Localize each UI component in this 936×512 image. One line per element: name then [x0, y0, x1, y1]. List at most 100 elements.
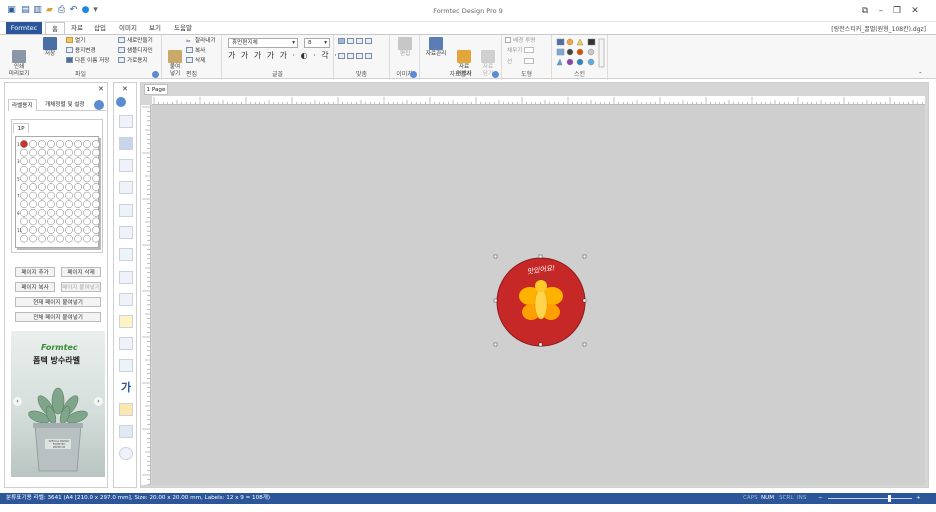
label-cell[interactable] — [29, 208, 37, 217]
font-name-select[interactable]: 휴먼편지체 ▾ — [228, 38, 298, 48]
label-cell[interactable] — [56, 183, 64, 191]
label-cell[interactable] — [83, 165, 91, 174]
label-cell[interactable] — [92, 174, 100, 183]
valign-top-icon[interactable] — [338, 53, 345, 59]
align-center-icon[interactable] — [347, 38, 354, 44]
label-cell[interactable] — [56, 208, 64, 217]
text-tool-icon[interactable] — [119, 159, 133, 172]
toolbox-settings-icon[interactable] — [116, 97, 126, 107]
page-tab-1[interactable]: 1 Page — [144, 84, 168, 95]
label-cell[interactable] — [47, 165, 55, 174]
new-button[interactable]: 새로만들기 — [118, 37, 153, 45]
label-cell[interactable] — [92, 148, 100, 157]
zoom-in-icon[interactable]: + — [916, 493, 921, 504]
data-group-launcher-icon[interactable] — [492, 71, 499, 78]
label-cell[interactable] — [38, 234, 46, 243]
label-cell[interactable] — [20, 191, 28, 200]
minimize-icon[interactable]: – — [874, 5, 888, 17]
advertisement-banner[interactable]: Formtec 폼텍 방수라벨 SPECIAL BRAND FORMTEC PR… — [11, 331, 105, 477]
label-cell[interactable] — [38, 200, 46, 209]
label-cell[interactable] — [65, 208, 73, 217]
label-cell[interactable] — [92, 140, 100, 148]
label-cell[interactable] — [92, 157, 100, 166]
line-tool-icon[interactable] — [119, 293, 133, 306]
valign-bottom-icon[interactable] — [356, 53, 363, 59]
label-cell[interactable] — [29, 191, 37, 200]
sample-design-button[interactable]: 샘플디자인 — [118, 47, 153, 55]
ad-next-icon[interactable]: › — [94, 397, 103, 406]
text-style-buttons[interactable]: 가 가 가 가 가 · ◐ · 각 · — [228, 52, 338, 60]
close-icon[interactable]: ✕ — [908, 5, 922, 17]
font-size-select[interactable]: 8 ▾ — [304, 38, 330, 48]
barcode-tool-icon[interactable] — [119, 271, 133, 284]
zoom-thumb[interactable] — [888, 495, 891, 502]
label-cell[interactable] — [47, 200, 55, 209]
label-cell[interactable] — [20, 157, 28, 166]
label-cell[interactable] — [74, 165, 82, 174]
clipart-tool-icon[interactable] — [119, 226, 133, 239]
label-cell[interactable] — [92, 208, 100, 217]
label-cell[interactable] — [92, 217, 100, 226]
label-cell[interactable] — [65, 157, 73, 166]
label-cell[interactable] — [38, 148, 46, 157]
label-cell[interactable] — [92, 234, 100, 243]
label-cell[interactable] — [38, 165, 46, 174]
ad-prev-icon[interactable]: ‹ — [13, 397, 22, 406]
label-cell[interactable] — [20, 217, 28, 226]
label-cell[interactable] — [83, 234, 91, 243]
label-cell[interactable] — [74, 208, 82, 217]
label-cell[interactable] — [56, 174, 64, 183]
label-cell[interactable] — [92, 165, 100, 174]
background-tool-icon[interactable] — [119, 425, 133, 438]
label-cell[interactable] — [29, 140, 37, 148]
open-button[interactable]: 열기 — [66, 37, 85, 45]
save-button[interactable]: 저장 — [38, 37, 62, 58]
valign-middle-icon[interactable] — [347, 53, 354, 59]
label-cell[interactable] — [29, 200, 37, 209]
label-cell[interactable] — [47, 234, 55, 243]
label-cell[interactable] — [83, 200, 91, 209]
label-cell[interactable] — [92, 183, 100, 191]
label-cell[interactable] — [38, 183, 46, 191]
label-cell[interactable] — [47, 208, 55, 217]
sticker-object[interactable] — [152, 105, 925, 485]
label-cell[interactable] — [74, 148, 82, 157]
label-cell[interactable] — [83, 183, 91, 191]
label-cell[interactable] — [56, 226, 64, 234]
label-cell[interactable] — [47, 140, 55, 148]
distribute-icon[interactable] — [365, 53, 372, 59]
label-cell[interactable] — [83, 191, 91, 200]
label-cell[interactable] — [29, 165, 37, 174]
label-cell[interactable] — [74, 191, 82, 200]
label-cell[interactable] — [20, 208, 28, 217]
rectangle-tool-icon[interactable] — [119, 337, 133, 350]
label-cell[interactable] — [74, 234, 82, 243]
label-cell[interactable] — [65, 140, 73, 148]
label-cell[interactable] — [29, 234, 37, 243]
label-cell[interactable] — [74, 157, 82, 166]
label-cell[interactable] — [92, 200, 100, 209]
skin-gallery[interactable] — [555, 37, 607, 69]
label-cell[interactable] — [56, 191, 64, 200]
label-cell[interactable] — [65, 165, 73, 174]
label-cell[interactable] — [38, 157, 46, 166]
label-cell[interactable] — [83, 148, 91, 157]
panel-settings-icon[interactable] — [94, 100, 104, 110]
tab-view[interactable]: 보기 — [148, 22, 162, 34]
label-cell[interactable] — [56, 140, 64, 148]
tab-help[interactable]: 도움말 — [172, 22, 194, 34]
tab-insert[interactable]: 삽입 — [93, 22, 107, 34]
label-cell[interactable] — [20, 165, 28, 174]
tab-object-align[interactable]: 개체정렬 및 설정 — [42, 99, 88, 111]
data-manage-button[interactable]: 자료관리 — [424, 37, 448, 58]
label-cell[interactable] — [20, 148, 28, 157]
restore-icon[interactable]: ❐ — [890, 5, 904, 17]
label-cell[interactable] — [56, 157, 64, 166]
list-tool-icon[interactable] — [119, 359, 133, 372]
label-cell[interactable] — [20, 183, 28, 191]
label-cell[interactable] — [47, 157, 55, 166]
zoom-out-icon[interactable]: − — [818, 493, 823, 504]
label-cell[interactable] — [29, 157, 37, 166]
label-cell[interactable] — [20, 174, 28, 183]
label-cell[interactable] — [38, 174, 46, 183]
